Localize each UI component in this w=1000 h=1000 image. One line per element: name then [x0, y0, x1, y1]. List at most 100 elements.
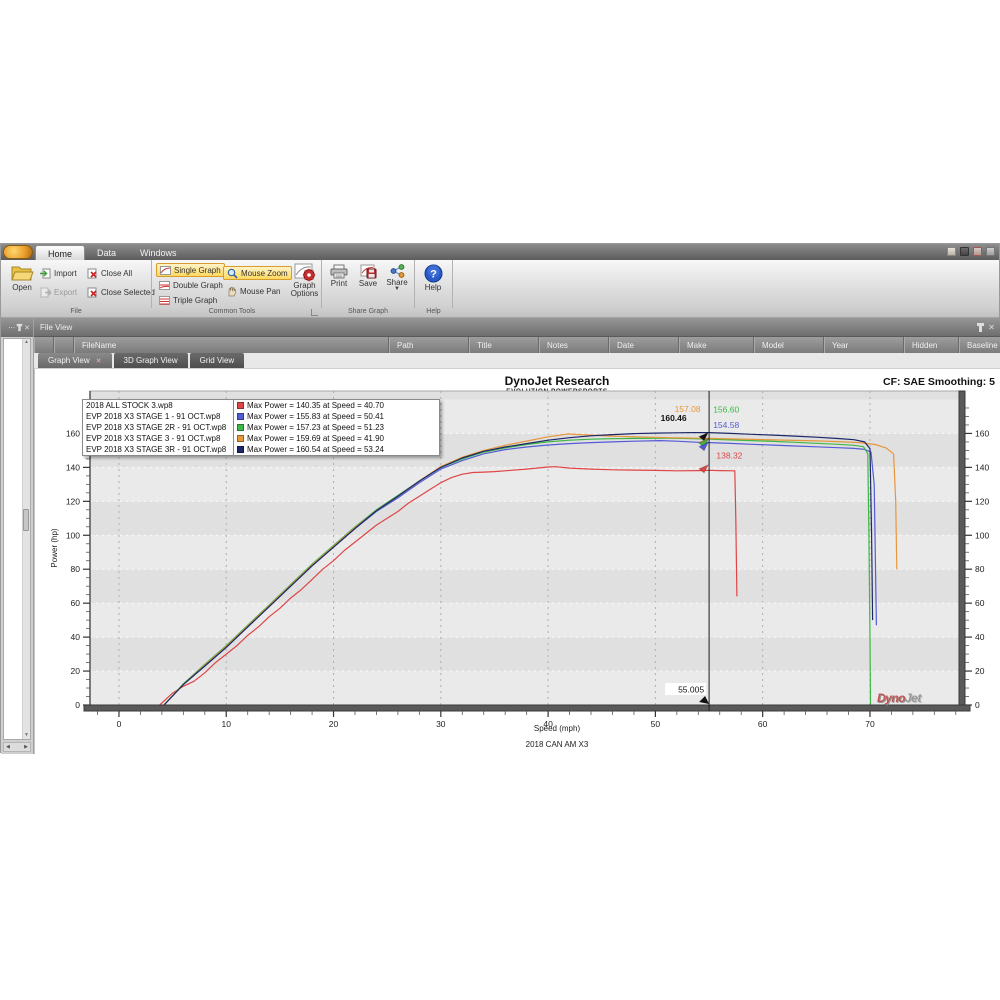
legend-filenames: 2018 ALL STOCK 3.wp8EVP 2018 X3 STAGE 1 … — [82, 399, 234, 456]
legend-filename-2[interactable]: EVP 2018 X3 STAGE 1 - 91 OCT.wp8 — [83, 411, 233, 422]
close-icon[interactable]: ✕ — [24, 324, 30, 332]
import-button[interactable]: Import — [37, 266, 80, 280]
close-selected-button[interactable]: Close Selected — [84, 285, 158, 299]
y-tick-label: 160 — [975, 428, 989, 438]
ribbon-tab-windows[interactable]: Windows — [128, 245, 189, 260]
mouse-pan-button[interactable]: Mouse Pan — [223, 284, 283, 298]
single-graph-icon — [160, 266, 171, 275]
column-filename[interactable]: FileName — [74, 337, 389, 353]
close-panel-icon[interactable]: ✕ — [988, 323, 995, 332]
titlebar-icon-1[interactable] — [947, 247, 956, 256]
column-title[interactable]: Title — [469, 337, 539, 353]
legend-swatch-icon — [237, 424, 244, 431]
double-graph-icon — [159, 281, 170, 290]
plot-band — [90, 603, 959, 637]
scroll-left-icon[interactable]: ◀ — [6, 744, 10, 750]
save-button[interactable]: Save — [355, 264, 381, 288]
ribbon-group-file: Open Import Export — [1, 260, 151, 308]
y-tick-label: 160 — [66, 428, 80, 438]
share-icon — [390, 264, 405, 278]
scrollbar-thumb[interactable] — [23, 509, 29, 531]
ribbon-tab-data[interactable]: Data — [85, 245, 128, 260]
legend-filename-4[interactable]: EVP 2018 X3 STAGE 3 - 91 OCT.wp8 — [83, 433, 233, 444]
export-button[interactable]: Export — [37, 285, 80, 299]
view-tabs: Graph View ✕ 3D Graph View Grid View — [34, 353, 1000, 369]
share-graph-group-label: Share Graph — [322, 308, 414, 315]
ribbon-group-labels: File Common Tools Share Graph Help — [1, 308, 999, 318]
share-button[interactable]: Share ▼ — [383, 264, 411, 291]
close-selected-label: Close Selected — [101, 288, 155, 297]
x-tick-label: 70 — [865, 719, 875, 729]
triple-graph-label: Triple Graph — [173, 296, 217, 305]
help-button[interactable]: ? Help — [419, 264, 447, 292]
tab-grid-view[interactable]: Grid View — [190, 353, 245, 368]
y-tick-label: 120 — [975, 496, 989, 506]
legend-swatch-icon — [237, 446, 244, 453]
left-panel: ⋯ ✕ ▲▼ ◀▶ — [1, 318, 34, 754]
close-all-button[interactable]: Close All — [84, 266, 135, 280]
vertical-scrollbar[interactable]: ▲▼ — [22, 339, 30, 739]
ribbon-group-common-tools: Single Graph Double Graph Triple Graph — [152, 260, 321, 308]
pin-icon[interactable] — [18, 324, 20, 331]
titlebar-icon-2[interactable] — [960, 247, 969, 256]
legend-value-1: Max Power = 140.35 at Speed = 40.70 — [234, 400, 439, 411]
options-icon[interactable]: ⋯ — [8, 324, 15, 332]
app-logo-icon[interactable] — [3, 245, 33, 259]
legend-swatch-icon — [237, 402, 244, 409]
legend-value-5: Max Power = 160.54 at Speed = 53.24 — [234, 444, 439, 455]
column-make[interactable]: Make — [679, 337, 754, 353]
single-graph-button[interactable]: Single Graph — [156, 263, 225, 277]
file-view-title: File View — [40, 323, 72, 332]
callout-value-2: 156.60 — [713, 405, 739, 415]
double-graph-label: Double Graph — [173, 281, 223, 290]
triple-graph-button[interactable]: Triple Graph — [156, 293, 220, 307]
ribbon-tab-home[interactable]: Home — [35, 245, 85, 260]
column-date[interactable]: Date — [609, 337, 679, 353]
graph-view-tab-label: Graph View — [48, 356, 90, 365]
single-graph-label: Single Graph — [174, 266, 221, 275]
legend-max-values: Max Power = 140.35 at Speed = 40.70 Max P… — [234, 399, 440, 456]
x-tick-label: 20 — [329, 719, 339, 729]
graph-options-label: Graph Options — [288, 282, 321, 299]
import-icon — [40, 268, 51, 279]
save-label: Save — [359, 279, 377, 288]
titlebar-icon-4[interactable] — [986, 247, 995, 256]
x-axis-bar — [84, 705, 970, 711]
scroll-right-icon[interactable]: ▶ — [24, 744, 28, 750]
open-button[interactable]: Open — [5, 263, 39, 292]
legend-value-4: Max Power = 159.69 at Speed = 41.90 — [234, 433, 439, 444]
titlebar-icon-3[interactable] — [973, 247, 982, 256]
mouse-pan-label: Mouse Pan — [240, 287, 280, 296]
page: Home Data Windows Open — [0, 0, 1000, 1000]
open-folder-icon — [10, 263, 34, 283]
horizontal-scrollbar[interactable]: ◀▶ — [3, 742, 31, 752]
column-baseline[interactable]: Baseline — [959, 337, 1000, 353]
column-notes[interactable]: Notes — [539, 337, 609, 353]
tab-graph-view[interactable]: Graph View ✕ — [38, 353, 112, 368]
mouse-zoom-button[interactable]: Mouse Zoom — [223, 266, 292, 280]
triple-graph-icon — [159, 296, 170, 305]
dialog-launcher-icon[interactable] — [311, 309, 318, 316]
double-graph-button[interactable]: Double Graph — [156, 278, 226, 292]
callout-value-3: 160.46 — [661, 413, 687, 423]
legend-swatch-icon — [237, 435, 244, 442]
dynojet-watermark: DynoJet — [877, 691, 921, 705]
pin-icon[interactable] — [979, 323, 982, 332]
header-spacer — [54, 337, 74, 353]
column-model[interactable]: Model — [754, 337, 824, 353]
cursor-speed-label: 55.005 — [678, 685, 704, 695]
column-path[interactable]: Path — [389, 337, 469, 353]
help-label: Help — [425, 283, 441, 292]
legend-filename-3[interactable]: EVP 2018 X3 STAGE 2R - 91 OCT.wp8 — [83, 422, 233, 433]
column-hidden[interactable]: Hidden — [904, 337, 959, 353]
print-button[interactable]: Print — [326, 264, 352, 288]
legend-filename-1[interactable]: 2018 ALL STOCK 3.wp8 — [83, 400, 233, 411]
graph-options-icon — [294, 263, 316, 282]
legend-filename-5[interactable]: EVP 2018 X3 STAGE 3R - 91 OCT.wp8 — [83, 444, 233, 455]
graph-options-button[interactable]: Graph Options — [288, 263, 321, 299]
plot-band — [90, 637, 959, 671]
tab-3d-graph-view[interactable]: 3D Graph View — [114, 353, 188, 368]
column-year[interactable]: Year — [824, 337, 904, 353]
close-tab-icon[interactable]: ✕ — [96, 357, 102, 365]
share-dropdown-arrow[interactable]: ▼ — [394, 287, 400, 291]
